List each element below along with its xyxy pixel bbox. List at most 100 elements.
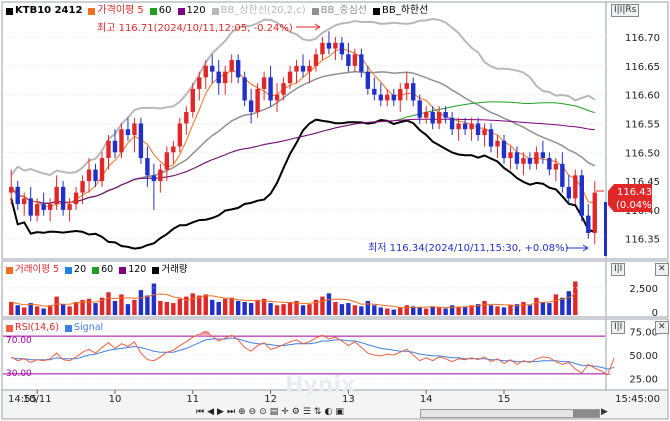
crosshair-icon[interactable]: ✛ xyxy=(281,407,289,417)
volume-bar xyxy=(307,304,312,315)
last-page-icon[interactable]: ⏭ xyxy=(227,407,235,417)
candle-body xyxy=(28,198,33,216)
volume-bar xyxy=(229,297,234,315)
legend-ma60-label: 60 xyxy=(158,5,172,16)
price-tick-label: 116.35 xyxy=(625,235,660,246)
legend-symbol-label: KTB10 2412 xyxy=(15,5,83,16)
legend-ma60: 60 xyxy=(149,5,172,17)
zoom-reset-icon[interactable]: ⊙ xyxy=(259,407,267,417)
candle-body xyxy=(449,117,455,130)
candle-body xyxy=(430,111,435,124)
volume-bar xyxy=(15,305,20,315)
price-scroll-indicator[interactable] xyxy=(604,202,607,256)
candle-body xyxy=(326,42,332,49)
candle-body xyxy=(93,169,98,182)
scrollbar[interactable] xyxy=(420,409,600,418)
time-right-label: 15:45:00 xyxy=(615,394,660,405)
volume-bar xyxy=(339,304,345,315)
candle-body xyxy=(378,94,384,101)
volume-bar xyxy=(320,296,325,315)
chart-type-icon[interactable]: ▤ xyxy=(270,407,279,417)
next-page-icon[interactable]: ▶ xyxy=(217,407,224,417)
volume-bar xyxy=(60,304,66,315)
volume-bar xyxy=(391,309,396,315)
candle-body xyxy=(171,146,176,153)
candle-body xyxy=(359,54,364,72)
high-annotation: 최고 116.71(2024/10/11,12:05, -0.24%) xyxy=(97,22,293,34)
volume-bar xyxy=(385,308,390,315)
volume-bar xyxy=(352,305,358,315)
volume-bar xyxy=(540,302,546,315)
scroll-end-icon[interactable]: ▶ xyxy=(601,407,608,418)
zoom-out-icon[interactable]: ⊖ xyxy=(249,407,257,417)
volume-bar xyxy=(573,281,578,315)
rsi-tick-label: 50.00 xyxy=(629,351,658,362)
candle-body xyxy=(586,215,591,233)
candle-body xyxy=(423,111,429,118)
volume-panel-tab[interactable]: I|I xyxy=(611,263,626,276)
settings-icon[interactable]: ⚙ xyxy=(292,407,300,417)
price-tick-label: 116.50 xyxy=(625,148,660,159)
candle-body xyxy=(177,123,183,147)
candle-body xyxy=(391,94,396,101)
volume-bar xyxy=(248,303,254,315)
zoom-in-icon[interactable]: ⊕ xyxy=(238,407,246,417)
candle-body xyxy=(527,158,533,164)
volume-close-button[interactable]: ✕ xyxy=(655,263,669,276)
candle-body xyxy=(164,152,170,170)
candle-body xyxy=(34,204,40,216)
volume-bar xyxy=(398,307,403,315)
candle-body xyxy=(60,186,66,210)
rsi-legend-signal-label: Signal xyxy=(74,322,104,333)
candle-body xyxy=(495,140,500,147)
rsi-panel-tab[interactable]: I|I xyxy=(611,321,626,334)
candle-body xyxy=(488,129,494,147)
navigation-toolbar: ⏮ ◀ ▶ ⏭ ⊕ ⊖ ⊙ ▤ ✛ ⚙ ☰ ⇅ ◐ ▣ xyxy=(196,407,344,417)
list-icon[interactable]: ☰ xyxy=(303,407,311,417)
vol-legend-volume: 거래량 xyxy=(152,264,188,276)
legend-bb-upper-label: BB_상한선(20,2,c) xyxy=(220,5,306,16)
candle-body xyxy=(514,152,520,164)
last-change: (0.04%) xyxy=(616,200,656,211)
legend-bb-lower: BB_하한선 xyxy=(373,5,428,17)
candle-body xyxy=(22,198,27,205)
candle-body xyxy=(560,163,565,187)
toggle-icon[interactable]: ◐ xyxy=(324,407,332,417)
time-tick-label: 10 xyxy=(109,394,122,405)
lock-icon[interactable]: ▣ xyxy=(335,407,344,417)
volume-bar xyxy=(417,307,422,315)
low-annotation: 최저 116.34(2024/10/11,15:30, +0.08%) xyxy=(368,242,569,254)
rsi-close-button[interactable]: ✕ xyxy=(655,321,669,334)
first-page-icon[interactable]: ⏮ xyxy=(196,407,204,417)
vol-legend-ma60-label: 60 xyxy=(101,264,114,275)
scrollbar-thumb[interactable] xyxy=(573,410,599,417)
volume-bar xyxy=(138,290,144,315)
price-legend: KTB10 2412 가격이평 5 60 120 BB_상한선(20,2,c) … xyxy=(6,5,428,17)
candle-body xyxy=(482,129,487,135)
volume-bar xyxy=(346,303,351,315)
legend-ma5: 가격이평 5 xyxy=(88,5,144,17)
sort-icon[interactable]: ⇅ xyxy=(314,407,322,417)
volume-tick-label: 2,500 xyxy=(629,284,658,295)
volume-bar xyxy=(177,298,183,315)
price-panel-tab[interactable]: I|I|Rs xyxy=(611,4,640,17)
candle-body xyxy=(112,140,118,153)
candle-body xyxy=(125,129,131,135)
candle-body xyxy=(456,123,461,130)
candle-body xyxy=(281,83,286,95)
volume-bar xyxy=(93,303,98,315)
candle-body xyxy=(508,152,513,159)
candle-body xyxy=(190,88,195,112)
candle-body xyxy=(15,186,20,205)
candle-body xyxy=(404,83,409,89)
volume-bar xyxy=(197,295,202,315)
volume-bar xyxy=(34,306,40,315)
candle-body xyxy=(346,54,351,66)
volume-bar xyxy=(164,302,170,315)
prev-page-icon[interactable]: ◀ xyxy=(207,407,214,417)
legend-bb-mid: BB_중심선 xyxy=(311,5,367,17)
volume-bar xyxy=(41,308,46,315)
volume-bar xyxy=(508,305,513,315)
candle-body xyxy=(501,140,507,159)
volume-bar xyxy=(501,307,507,315)
